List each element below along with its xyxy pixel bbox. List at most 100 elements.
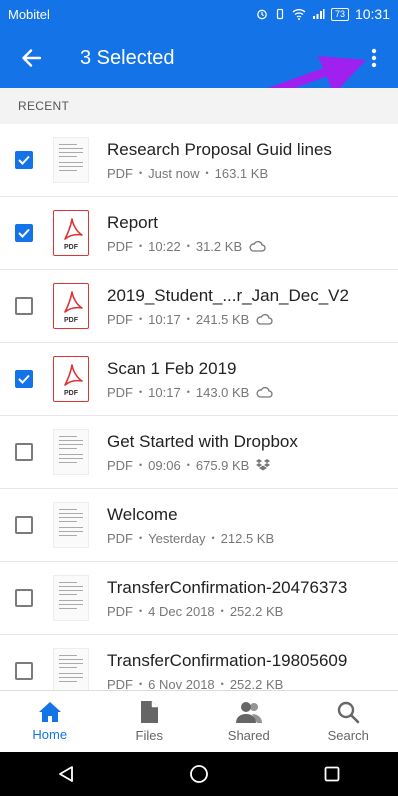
file-name: TransferConfirmation-20476373 — [107, 577, 348, 597]
file-row[interactable]: PDF Report PDF • 10:22 • 31.2 KB — [0, 197, 398, 270]
file-meta: PDF • 6 Nov 2018 • 252.2 KB — [107, 677, 398, 691]
signal-icon — [312, 9, 325, 19]
thumbnail-line — [59, 144, 77, 145]
status-icons: 73 10:31 — [256, 6, 390, 22]
file-type: PDF — [107, 311, 133, 327]
document-thumbnail — [53, 575, 89, 621]
wifi-icon — [292, 9, 306, 20]
file-checkbox[interactable] — [15, 297, 33, 315]
thumbnail-line — [59, 594, 77, 595]
file-time: 09:06 — [148, 457, 181, 473]
nav-tab-label: Search — [327, 728, 369, 743]
file-info: Research Proposal Guid lines PDF • Just now… — [107, 140, 398, 181]
file-name: Scan 1 Feb 2019 — [107, 358, 237, 378]
file-size: 212.5 KB — [220, 530, 275, 546]
thumbnail-line — [59, 521, 77, 522]
thumbnail-line — [59, 663, 83, 664]
thumbnail-line — [59, 586, 83, 587]
file-time: 10:17 — [148, 311, 181, 327]
file-time: 10:22 — [148, 238, 181, 254]
file-meta: PDF • 10:22 • 31.2 KB — [107, 239, 398, 254]
separator-dot: • — [186, 314, 190, 324]
nav-tab-label: Files — [135, 728, 163, 743]
checkmark-icon — [18, 228, 30, 238]
separator-dot: • — [186, 241, 190, 251]
file-time: 4 Dec 2018 — [148, 603, 215, 619]
separator-dot: • — [220, 606, 224, 616]
file-row[interactable]: Welcome PDF • Yesterday • 212.5 KB — [0, 489, 398, 562]
file-icon — [141, 701, 159, 723]
more-vertical-icon — [371, 48, 377, 68]
file-info: TransferConfirmation-19805609 PDF • 6 Nov 2… — [107, 651, 398, 691]
document-thumbnail — [53, 648, 89, 690]
nav-tab-home[interactable]: Home — [0, 691, 100, 752]
file-checkbox[interactable] — [15, 370, 33, 388]
nav-tab-label: Shared — [227, 728, 270, 743]
pdf-file-icon: PDF — [53, 283, 89, 329]
thumbnail-line — [59, 582, 77, 583]
thumbnail-line — [59, 659, 83, 660]
thumbnail-line — [59, 667, 77, 668]
acrobat-logo-icon — [64, 218, 83, 240]
thumbnail-line — [59, 600, 83, 601]
file-row[interactable]: PDF 2019_Student_...r_Jan_Dec_V2 PDF • 10:17… — [0, 270, 398, 343]
system-navigation-bar — [0, 752, 398, 796]
separator-dot: • — [186, 387, 190, 397]
thumbnail-line — [59, 681, 77, 682]
nav-tab-shared[interactable]: Shared — [199, 691, 299, 752]
file-type: PDF — [107, 384, 133, 400]
file-checkbox[interactable] — [15, 589, 33, 607]
pdf-badge: PDF — [64, 244, 78, 251]
file-type: PDF — [107, 603, 133, 619]
file-row[interactable]: Research Proposal Guid lines PDF • Just now… — [0, 124, 398, 197]
file-row[interactable]: PDF Scan 1 Feb 2019 PDF • 10:17 • 143.0 KB — [0, 343, 398, 416]
thumbnail-line — [59, 531, 83, 532]
pdf-file-icon: PDF — [53, 210, 89, 256]
thumbnail-line — [59, 513, 83, 514]
bottom-navigation: Home Files Shared Search — [0, 690, 398, 752]
separator-dot: • — [139, 314, 143, 324]
file-row[interactable]: Get Started with Dropbox PDF • 09:06 • 675.9 … — [0, 416, 398, 489]
file-name: Research Proposal Guid lines — [107, 139, 332, 159]
back-button[interactable] — [0, 28, 62, 88]
acrobat-logo-icon — [64, 291, 83, 313]
acrobat-logo-icon — [64, 364, 83, 386]
thumbnail-line — [59, 440, 83, 441]
pdf-badge: PDF — [64, 317, 78, 324]
file-row[interactable]: TransferConfirmation-20476373 PDF • 4 Dec 2… — [0, 562, 398, 635]
cloud-icon — [249, 240, 266, 252]
home-circle-icon[interactable] — [189, 764, 209, 784]
pdf-file-icon: PDF — [53, 356, 89, 402]
nav-tab-search[interactable]: Search — [299, 691, 398, 752]
file-checkbox[interactable] — [15, 151, 33, 169]
checkmark-icon — [18, 155, 30, 165]
thumbnail-line — [59, 673, 83, 674]
file-checkbox[interactable] — [15, 224, 33, 242]
thumbnail-line — [59, 170, 77, 171]
cloud-icon — [256, 386, 273, 398]
file-type: PDF — [107, 165, 133, 181]
file-name: Report — [107, 212, 159, 232]
file-name: TransferConfirmation-19805609 — [107, 650, 348, 670]
recents-square-icon[interactable] — [323, 765, 341, 783]
carrier-name: Mobitel — [8, 6, 50, 22]
file-time: Just now — [148, 165, 200, 181]
back-triangle-icon[interactable] — [57, 765, 75, 783]
file-type: PDF — [107, 676, 133, 691]
checkmark-icon — [18, 374, 30, 384]
nav-tab-files[interactable]: Files — [100, 691, 200, 752]
file-checkbox[interactable] — [15, 662, 33, 680]
file-meta: PDF • 10:17 • 241.5 KB — [107, 312, 398, 327]
file-name: Get Started with Dropbox — [107, 431, 298, 451]
file-checkbox[interactable] — [15, 443, 33, 461]
separator-dot: • — [211, 533, 215, 543]
file-checkbox[interactable] — [15, 516, 33, 534]
thumbnail-line — [59, 517, 83, 518]
nav-tab-label: Home — [32, 727, 68, 742]
file-size: 143.0 KB — [195, 384, 250, 400]
separator-dot: • — [186, 460, 190, 470]
people-icon — [235, 702, 262, 723]
thumbnail-line — [59, 509, 77, 510]
thumbnail-line — [59, 156, 77, 157]
file-row[interactable]: TransferConfirmation-19805609 PDF • 6 Nov 2… — [0, 635, 398, 690]
